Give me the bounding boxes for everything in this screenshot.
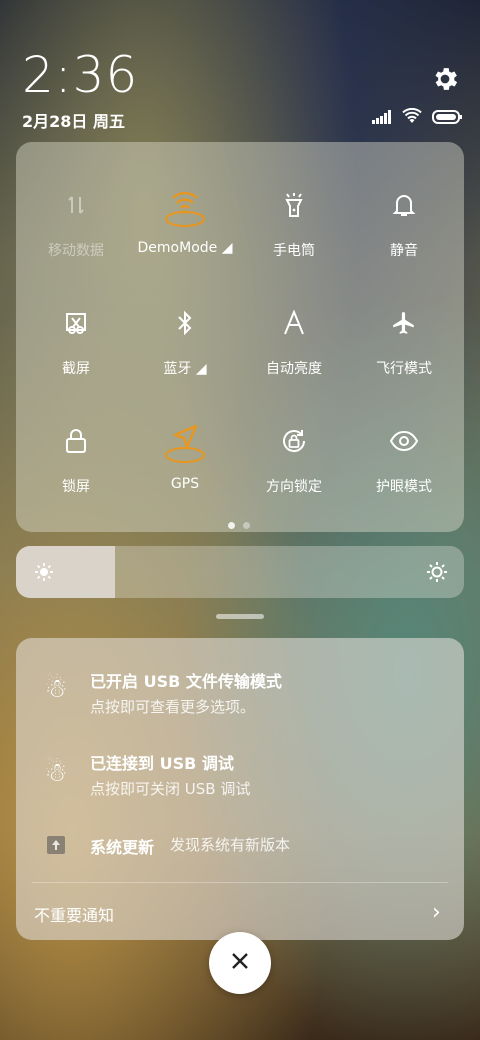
- close-button[interactable]: [209, 932, 271, 994]
- tile-auto-brightness[interactable]: 自动亮度: [238, 260, 350, 377]
- flashlight-icon: [269, 180, 319, 230]
- tile-rotation-lock[interactable]: 方向锁定: [238, 378, 350, 495]
- tile-label: GPS: [170, 476, 200, 492]
- divider: [32, 882, 448, 883]
- rotation-lock-icon: [269, 416, 319, 466]
- notification-usb-debug[interactable]: ☃ 已连接到 USB 调试 点按即可关闭 USB 调试: [16, 746, 464, 806]
- notification-system-update[interactable]: 系统更新 发现系统有新版本: [16, 828, 464, 862]
- battery-icon: [432, 109, 462, 128]
- tile-label: 锁屏: [62, 479, 90, 495]
- tile-bluetooth[interactable]: 蓝牙 ◢: [129, 260, 241, 377]
- page-indicator: [228, 522, 250, 529]
- brightness-high-icon: [426, 561, 448, 587]
- notification-title: 已开启 USB 文件传输模式: [90, 672, 282, 691]
- tile-label: 截屏: [62, 361, 90, 377]
- mobile-data-icon: [51, 180, 101, 230]
- airplane-icon: [379, 298, 429, 348]
- tile-mobile-data[interactable]: 移动数据: [20, 142, 132, 259]
- tile-label: 静音: [390, 243, 418, 259]
- wifi-hotspot-icon: [160, 180, 210, 230]
- page-dot: [243, 522, 250, 529]
- status-icons: [372, 107, 462, 128]
- chevron-right-icon[interactable]: ›: [432, 900, 441, 925]
- tile-label: 自动亮度: [266, 361, 322, 377]
- tile-label: 飞行模式: [376, 361, 432, 377]
- tile-label: 手电筒: [273, 243, 315, 259]
- tile-demomode[interactable]: DemoMode ◢: [129, 142, 241, 256]
- tile-label: 护眼模式: [376, 479, 432, 495]
- tile-lock-screen[interactable]: 锁屏: [20, 378, 132, 495]
- tile-airplane-mode[interactable]: 飞行模式: [348, 260, 460, 377]
- notification-subtitle: 点按即可查看更多选项。: [90, 698, 256, 716]
- brightness-fill: [16, 546, 115, 598]
- auto-brightness-icon: [269, 298, 319, 348]
- wifi-icon: [402, 107, 422, 128]
- date-label: 2月28日 周五: [22, 112, 125, 131]
- bell-icon: [379, 180, 429, 230]
- tile-gps[interactable]: GPS: [129, 378, 241, 492]
- close-icon: [231, 952, 249, 974]
- lock-icon: [51, 416, 101, 466]
- drag-handle[interactable]: [216, 614, 264, 619]
- quick-settings-panel: 移动数据 DemoMode ◢ 手电筒 静音 截屏 蓝牙 ◢ 自动亮度 飞行模式…: [16, 142, 464, 532]
- eye-icon: [379, 416, 429, 466]
- tile-label: DemoMode ◢: [137, 240, 233, 256]
- screenshot-icon: [51, 298, 101, 348]
- snowman-icon: ☃: [44, 674, 68, 704]
- bluetooth-icon: [160, 298, 210, 348]
- settings-gear-icon[interactable]: [430, 64, 460, 94]
- tile-flashlight[interactable]: 手电筒: [238, 142, 350, 259]
- notification-subtitle: 发现系统有新版本: [170, 836, 291, 854]
- tile-screenshot[interactable]: 截屏: [20, 260, 132, 377]
- tile-eye-protection[interactable]: 护眼模式: [348, 378, 460, 495]
- notification-title: 已连接到 USB 调试: [90, 754, 234, 773]
- signal-icon: [372, 109, 392, 128]
- clock-time: 2:36: [22, 46, 139, 104]
- page-dot-active: [228, 522, 235, 529]
- tile-label: 移动数据: [48, 243, 104, 259]
- notification-panel: ☃ 已开启 USB 文件传输模式 点按即可查看更多选项。 ☃ 已连接到 USB …: [16, 638, 464, 940]
- system-update-icon: [38, 832, 74, 868]
- tile-silent[interactable]: 静音: [348, 142, 460, 259]
- tile-label: 方向锁定: [266, 479, 322, 495]
- brightness-low-icon: [34, 562, 54, 586]
- gps-icon: [160, 416, 210, 466]
- snowman-icon: ☃: [44, 758, 68, 788]
- notification-subtitle: 点按即可关闭 USB 调试: [90, 780, 251, 798]
- notification-title: 系统更新: [90, 838, 155, 857]
- brightness-slider[interactable]: [16, 546, 464, 598]
- notification-usb-transfer[interactable]: ☃ 已开启 USB 文件传输模式 点按即可查看更多选项。: [16, 662, 464, 722]
- tile-label: 蓝牙 ◢: [163, 361, 207, 377]
- unimportant-notifications-link[interactable]: 不重要通知: [34, 902, 114, 926]
